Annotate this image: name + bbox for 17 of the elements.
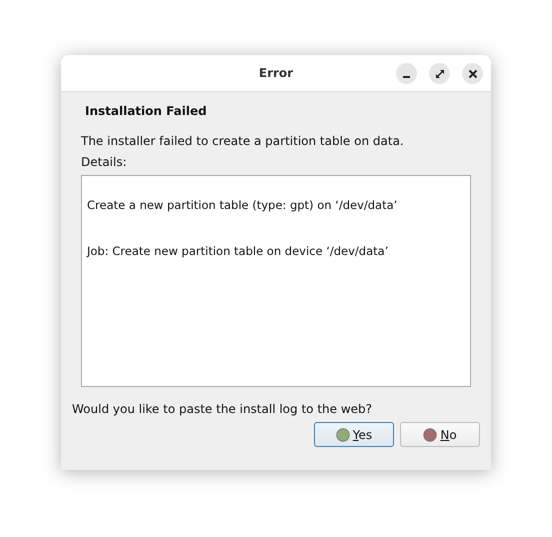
details-line: Job: Create new partition table on device ‘/dev/data’: [87, 244, 390, 258]
dot-icon: [423, 428, 438, 442]
close-button[interactable]: [462, 63, 483, 84]
restore-button[interactable]: [429, 63, 450, 84]
minimize-button[interactable]: [396, 63, 417, 84]
close-icon: [468, 68, 478, 78]
window-title: Error: [258, 66, 294, 80]
error-message: The installer failed to create a partition table on data.: [81, 134, 405, 148]
restore-icon: [434, 68, 444, 78]
details-line: Create a new partition table (type: gpt) on ‘/dev/data’: [87, 198, 398, 212]
details-label: Details:: [81, 155, 128, 169]
yes-button[interactable]: Yes: [314, 422, 394, 447]
question-text: Would you like to paste the install log to the web?: [72, 402, 374, 416]
no-button[interactable]: No: [400, 422, 480, 447]
heading: Installation Failed: [85, 104, 208, 118]
dot-icon: [336, 428, 350, 442]
minimize-icon: [403, 76, 410, 78]
